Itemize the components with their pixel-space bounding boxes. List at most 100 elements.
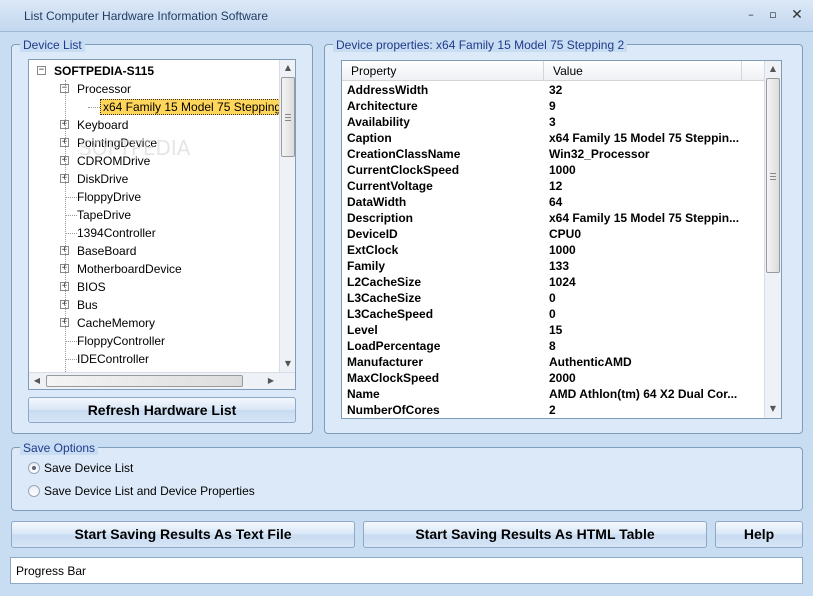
tree-node-label: Processor <box>77 82 132 96</box>
close-icon[interactable]: ✕ <box>786 6 808 24</box>
properties-header: Property Value <box>342 61 766 81</box>
tree-node-label: Keyboard <box>77 118 129 132</box>
scroll-up-icon[interactable]: ▲ <box>765 61 781 77</box>
table-row[interactable]: MaxClockSpeed 2000 <box>342 370 766 386</box>
property-name: Availability <box>347 115 410 129</box>
property-value: x64 Family 15 Model 75 Steppin... <box>549 211 740 225</box>
property-name: AddressWidth <box>347 83 429 97</box>
tree-node-label: 1394Controller <box>77 226 156 240</box>
property-value: 133 <box>549 259 570 273</box>
tree-node[interactable]: 1394Controller <box>77 224 156 242</box>
device-list-label: Device List <box>20 38 85 52</box>
tree-node-label: BaseBoard <box>77 244 137 258</box>
table-row[interactable]: Description x64 Family 15 Model 75 Steppi… <box>342 210 766 226</box>
table-row[interactable]: DataWidth 64 <box>342 194 766 210</box>
tree-scroll-thumb[interactable] <box>281 77 295 157</box>
tree-node[interactable]: FloppyController <box>77 332 165 350</box>
table-row[interactable]: Caption x64 Family 15 Model 75 Steppin... <box>342 130 766 146</box>
tree-vertical-scrollbar[interactable]: ▲ ▼ <box>279 60 295 373</box>
table-row[interactable]: NumberOfCores 2 <box>342 402 766 418</box>
property-name: L3CacheSize <box>347 291 422 305</box>
table-row[interactable]: LoadPercentage 8 <box>342 338 766 354</box>
tree-node-label: FloppyController <box>77 334 166 348</box>
table-row[interactable]: CurrentClockSpeed 1000 <box>342 162 766 178</box>
tree-node-label: x64 Family 15 Model 75 Stepping 2 <box>100 99 295 115</box>
tree-hscroll-thumb[interactable] <box>46 375 243 387</box>
property-value: 9 <box>549 99 556 113</box>
property-name: DeviceID <box>347 227 398 241</box>
scroll-left-icon[interactable]: ◀ <box>29 373 45 389</box>
tree-connector <box>65 80 66 380</box>
save-with-properties-label[interactable]: Save Device List and Device Properties <box>44 484 255 498</box>
scroll-right-icon[interactable]: ▶ <box>263 373 279 389</box>
tree-node[interactable]: MotherboardDevice <box>77 260 182 278</box>
tree-node[interactable]: Keyboard <box>77 116 128 134</box>
tree-node-label: CacheMemory <box>77 316 156 330</box>
properties-scroll-thumb[interactable] <box>766 78 780 273</box>
table-row[interactable]: L3CacheSize 0 <box>342 290 766 306</box>
tree-connector <box>65 359 77 360</box>
column-property[interactable]: Property <box>342 61 544 81</box>
device-tree[interactable]: − SOFTPEDIA-S115− Processor x64 Family 15 M… <box>28 59 296 390</box>
tree-node[interactable]: IDEController <box>77 350 149 368</box>
tree-node[interactable]: BIOS <box>77 278 106 296</box>
table-row[interactable]: ExtClock 1000 <box>342 242 766 258</box>
property-value: AMD Athlon(tm) 64 X2 Dual Cor... <box>549 387 738 401</box>
property-value: Win32_Processor <box>549 147 650 161</box>
save-with-properties-radio[interactable] <box>28 485 40 497</box>
property-name: CurrentClockSpeed <box>347 163 460 177</box>
save-device-list-radio[interactable] <box>28 462 40 474</box>
table-row[interactable]: Name AMD Athlon(tm) 64 X2 Dual Cor... <box>342 386 766 402</box>
property-name: NumberOfCores <box>347 403 440 417</box>
table-row[interactable]: Architecture 9 <box>342 98 766 114</box>
properties-vertical-scrollbar[interactable]: ▲ ▼ <box>764 61 781 418</box>
tree-node[interactable]: SOFTPEDIA-S115 <box>54 62 154 80</box>
table-row[interactable]: AddressWidth 32 <box>342 82 766 98</box>
maximize-icon[interactable]: ▫ <box>762 6 784 24</box>
table-row[interactable]: Family 133 <box>342 258 766 274</box>
help-button[interactable]: Help <box>715 521 803 548</box>
column-value[interactable]: Value <box>544 61 742 81</box>
property-name: Architecture <box>347 99 418 113</box>
save-text-file-button[interactable]: Start Saving Results As Text File <box>11 521 355 548</box>
progress-bar: Progress Bar <box>10 557 803 584</box>
table-row[interactable]: DeviceID CPU0 <box>342 226 766 242</box>
save-options-group: Save Options <box>11 441 803 511</box>
tree-horizontal-scrollbar[interactable]: ◀ ▶ <box>29 372 295 389</box>
table-row[interactable]: L3CacheSpeed 0 <box>342 306 766 322</box>
tree-node-label: MotherboardDevice <box>77 262 182 276</box>
table-row[interactable]: CurrentVoltage 12 <box>342 178 766 194</box>
table-row[interactable]: L2CacheSize 1024 <box>342 274 766 290</box>
tree-node[interactable]: Processor <box>77 80 131 98</box>
scroll-down-icon[interactable]: ▼ <box>765 401 781 417</box>
refresh-hardware-button[interactable]: Refresh Hardware List <box>28 397 296 423</box>
tree-node[interactable]: FloppyDrive <box>77 188 141 206</box>
property-name: Description <box>347 211 414 225</box>
property-value: 1024 <box>549 275 576 289</box>
scroll-up-icon[interactable]: ▲ <box>280 60 295 76</box>
property-name: Family <box>347 259 386 273</box>
table-row[interactable]: CreationClassName Win32_Processor <box>342 146 766 162</box>
collapse-icon[interactable]: − <box>37 66 46 75</box>
save-html-table-button[interactable]: Start Saving Results As HTML Table <box>363 521 707 548</box>
tree-node[interactable]: DiskDrive <box>77 170 128 188</box>
property-value: 0 <box>549 291 556 305</box>
table-row[interactable]: Manufacturer AuthenticAMD <box>342 354 766 370</box>
tree-node-label: IDEController <box>77 352 150 366</box>
property-name: L3CacheSpeed <box>347 307 434 321</box>
table-row[interactable]: Level 15 <box>342 322 766 338</box>
properties-table[interactable]: Property Value AddressWidth 32 Architectur… <box>341 60 782 419</box>
property-value: CPU0 <box>549 227 582 241</box>
property-name: Manufacturer <box>347 355 424 369</box>
tree-node[interactable]: Bus <box>77 296 98 314</box>
tree-node-selected[interactable]: x64 Family 15 Model 75 Stepping 2 <box>100 98 295 116</box>
scroll-down-icon[interactable]: ▼ <box>280 356 295 372</box>
table-row[interactable]: Availability 3 <box>342 114 766 130</box>
minimize-icon[interactable]: – <box>740 6 762 24</box>
tree-node[interactable]: BaseBoard <box>77 242 136 260</box>
tree-connector <box>65 197 77 198</box>
save-device-list-label[interactable]: Save Device List <box>44 461 133 475</box>
tree-node-label: DiskDrive <box>77 172 129 186</box>
tree-node[interactable]: TapeDrive <box>77 206 131 224</box>
tree-node[interactable]: CacheMemory <box>77 314 155 332</box>
